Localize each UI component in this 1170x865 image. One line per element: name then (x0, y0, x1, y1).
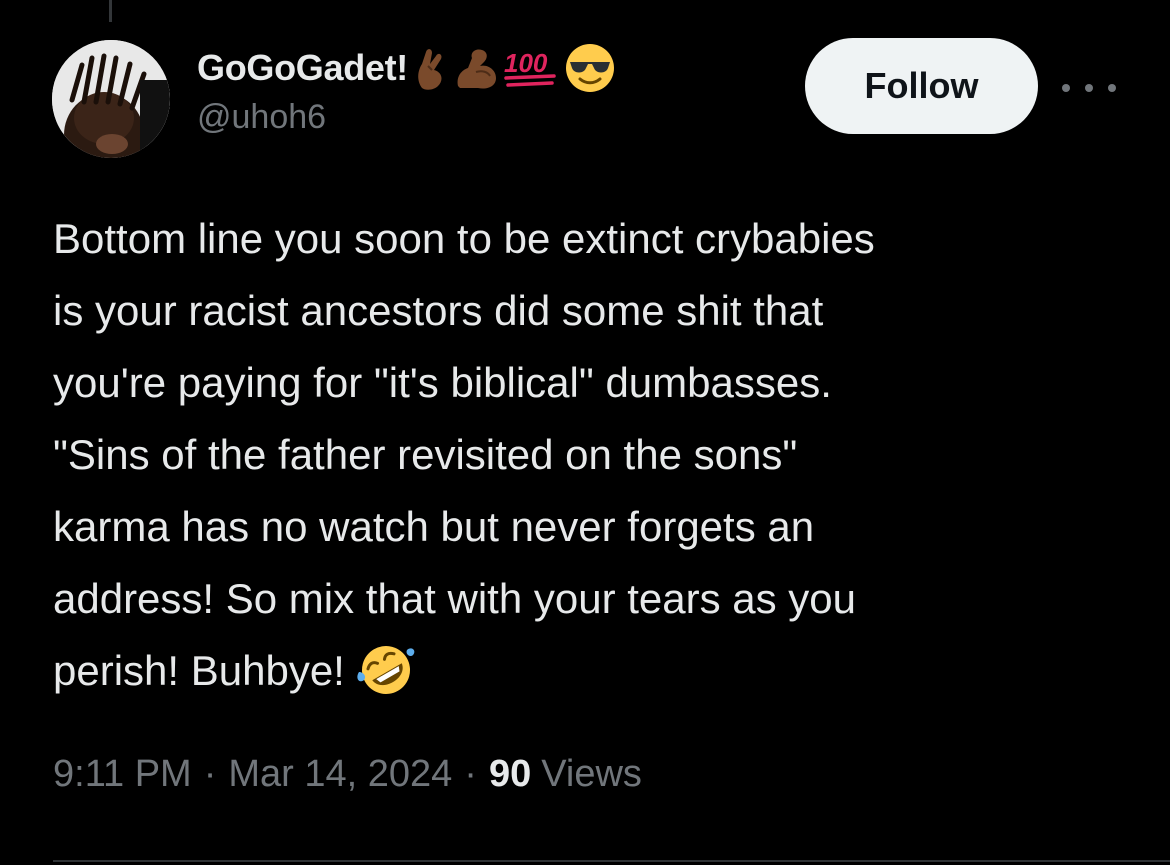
tweet-text-line: "Sins of the father revisited on the son… (53, 431, 798, 478)
tweet-text-line: you're paying for "it's biblical" dumbas… (53, 359, 832, 406)
views-label: Views (541, 753, 642, 795)
more-horizontal-icon (1108, 84, 1116, 92)
meta-separator: · (464, 753, 477, 795)
divider (53, 860, 1170, 862)
hundred-points-emoji: 100 (504, 48, 556, 87)
tweet-text-line: address! So mix that with your tears as … (53, 575, 857, 622)
pinching-hand-emoji (418, 49, 442, 90)
meta-separator: · (203, 753, 217, 795)
user-handle[interactable]: @uhoh6 (197, 98, 616, 137)
tweet-text-line: perish! Buhbye! (53, 647, 345, 694)
tweet-text-last-line: perish! Buhbye! (53, 635, 1133, 707)
views-count: 90 (488, 753, 532, 795)
more-options-button[interactable] (1062, 76, 1116, 100)
rolling-on-floor-laughing-emoji (357, 645, 415, 694)
tweet-text-line: is your racist ancestors did some shit t… (53, 287, 824, 334)
avatar[interactable] (52, 40, 170, 158)
tweet-text-line: karma has no watch but never forgets an (53, 503, 815, 550)
tweet-text: Bottom line you soon to be extinct cryba… (53, 203, 1133, 707)
name-emojis: 100 (412, 42, 616, 94)
thread-connector-line (109, 0, 112, 22)
svg-text:100: 100 (504, 48, 548, 78)
tweet-header: GoGoGadet! 100 @uhoh6 (197, 44, 616, 137)
more-horizontal-icon (1062, 84, 1070, 92)
display-name[interactable]: GoGoGadet! (197, 47, 408, 89)
tweet-date[interactable]: Mar 14, 2024 (228, 753, 452, 796)
display-name-row: GoGoGadet! 100 (197, 44, 616, 92)
tweet-time[interactable]: 9:11 PM (53, 753, 192, 796)
tweet-text-line: Bottom line you soon to be extinct cryba… (53, 215, 875, 262)
tweet-metadata: 9:11 PM · Mar 14, 2024 · 90 Views (53, 753, 642, 796)
sunglasses-face-emoji (566, 44, 614, 92)
flexed-biceps-emoji (457, 49, 496, 89)
more-horizontal-icon (1085, 84, 1093, 92)
follow-button[interactable]: Follow (805, 38, 1038, 134)
